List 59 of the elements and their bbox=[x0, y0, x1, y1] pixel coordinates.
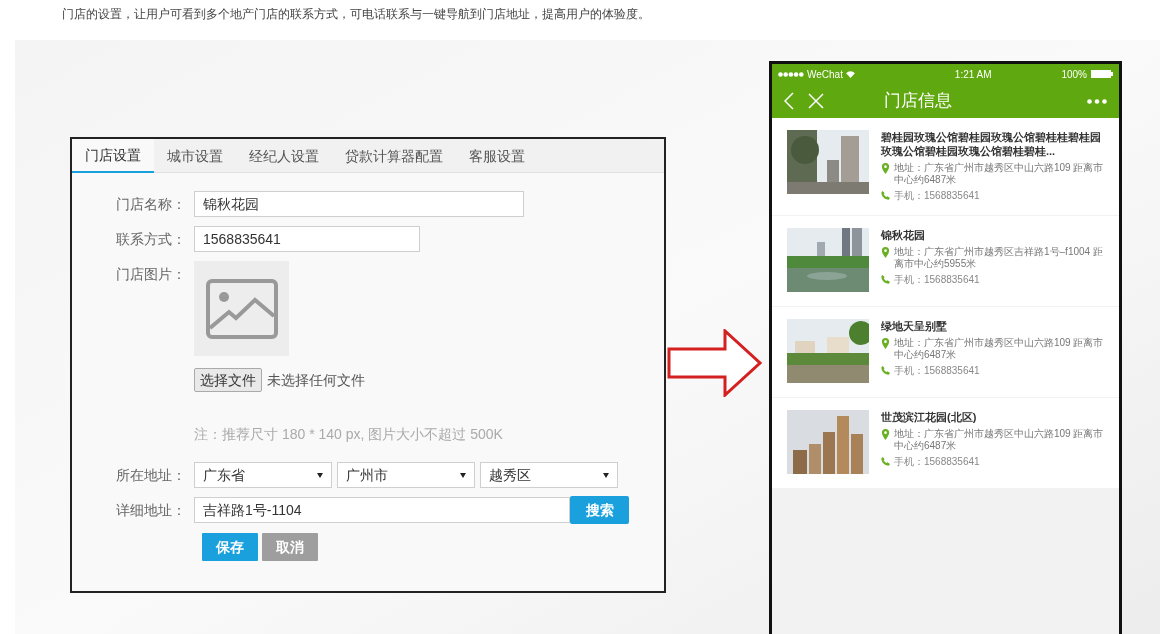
store-address: 地址：广东省广州市越秀区中山六路109 距离市中心约6487米 bbox=[894, 162, 1105, 186]
store-card[interactable]: 锦秋花园 地址：广东省广州市越秀区吉祥路1号–f1004 距离市中心约5955米 手机：1568835641 bbox=[772, 216, 1119, 306]
region-select[interactable]: 越秀区 bbox=[480, 462, 618, 488]
location-pin-icon bbox=[881, 429, 890, 440]
status-time: 1:21 AM bbox=[954, 67, 992, 82]
location-pin-icon bbox=[881, 338, 890, 349]
store-card[interactable]: 绿地天呈别墅 地址：广东省广州市越秀区中山六路109 距离市中心约6487米 手机：1568835641 bbox=[772, 307, 1119, 397]
store-phone[interactable]: 手机：1568835641 bbox=[894, 363, 980, 378]
file-status: 未选择任何文件 bbox=[267, 370, 365, 390]
settings-tab[interactable]: 门店设置 bbox=[72, 139, 154, 173]
name-field[interactable]: 锦秋花园 bbox=[194, 191, 524, 217]
region-select[interactable]: 广东省 bbox=[194, 462, 332, 488]
store-name: 锦秋花园 bbox=[881, 228, 926, 242]
store-name: 世茂滨江花园(北区) bbox=[881, 410, 978, 424]
phone-field[interactable]: 1568835641 bbox=[194, 226, 420, 252]
store-card[interactable]: 世茂滨江花园(北区) 地址：广东省广州市越秀区中山六路109 距离市中心约6487米 手机：1568835641 bbox=[772, 398, 1119, 488]
field-label: 门店图片： bbox=[115, 265, 187, 284]
store-address: 地址：广东省广州市越秀区中山六路109 距离市中心约6487米 bbox=[894, 428, 1105, 452]
carrier-label: WeChat bbox=[807, 67, 843, 82]
store-phone[interactable]: 手机：1568835641 bbox=[894, 188, 980, 203]
close-icon[interactable] bbox=[808, 93, 824, 109]
wifi-icon bbox=[845, 70, 855, 78]
store-address: 地址：广东省广州市越秀区中山六路109 距离市中心约6487米 bbox=[894, 337, 1105, 361]
field-label: 详细地址： bbox=[115, 501, 187, 520]
field-label: 门店名称： bbox=[115, 195, 187, 214]
store-phone[interactable]: 手机：1568835641 bbox=[894, 454, 980, 469]
settings-tab[interactable]: 城市设置 bbox=[154, 139, 236, 173]
field-label: 所在地址： bbox=[115, 466, 187, 485]
settings-tab[interactable]: 贷款计算器配置 bbox=[332, 139, 456, 173]
store-name: 碧桂园玫瑰公馆碧桂园玫瑰公馆碧桂桂碧桂园玫瑰公馆碧桂园玫瑰公馆碧桂碧桂... bbox=[881, 130, 1102, 158]
dropdown-caret-icon bbox=[317, 472, 323, 478]
store-name: 绿地天呈别墅 bbox=[881, 319, 948, 333]
signal-icon bbox=[778, 71, 804, 77]
page-title: 门店信息 bbox=[884, 90, 953, 113]
phone-icon bbox=[881, 366, 890, 375]
phone-icon bbox=[881, 275, 890, 284]
store-phone[interactable]: 手机：1568835641 bbox=[894, 272, 980, 287]
address-field[interactable]: 吉祥路1号-1104 bbox=[194, 497, 570, 523]
settings-tab[interactable]: 经纪人设置 bbox=[236, 139, 332, 173]
choose-file-button[interactable]: 选择文件 bbox=[194, 368, 262, 392]
settings-tab[interactable]: 客服设置 bbox=[456, 139, 538, 173]
field-label: 联系方式： bbox=[115, 230, 187, 249]
more-icon[interactable] bbox=[1087, 98, 1107, 104]
phone-icon bbox=[881, 191, 890, 200]
location-pin-icon bbox=[881, 247, 890, 258]
back-icon[interactable] bbox=[784, 92, 794, 110]
region-select[interactable]: 广州市 bbox=[337, 462, 475, 488]
store-address: 地址：广东省广州市越秀区吉祥路1号–f1004 距离市中心约5955米 bbox=[894, 246, 1104, 270]
store-card[interactable]: 碧桂园玫瑰公馆碧桂园玫瑰公馆碧桂桂碧桂园玫瑰公馆碧桂园玫瑰公馆碧桂碧桂... 地址：广东省广州市越秀区中山六路109 距离市中心约6487米 手机：1568835641 bbox=[772, 118, 1119, 215]
right-arrow-icon bbox=[667, 329, 763, 397]
battery-label: 100% bbox=[1061, 67, 1087, 82]
intro-text: 门店的设置，让用户可看到多个地产门店的联系方式，可电话联系与一键导航到门店地址，提高用户的体验度。 bbox=[61, 6, 651, 23]
dropdown-caret-icon bbox=[460, 472, 466, 478]
location-pin-icon bbox=[881, 163, 890, 174]
image-size-note: 注：推荐尺寸 180 * 140 px, 图片大小不超过 500K bbox=[194, 425, 503, 444]
phone-icon bbox=[881, 457, 890, 466]
dropdown-caret-icon bbox=[603, 472, 609, 478]
image-icon bbox=[204, 277, 279, 340]
battery-icon bbox=[1091, 70, 1113, 78]
